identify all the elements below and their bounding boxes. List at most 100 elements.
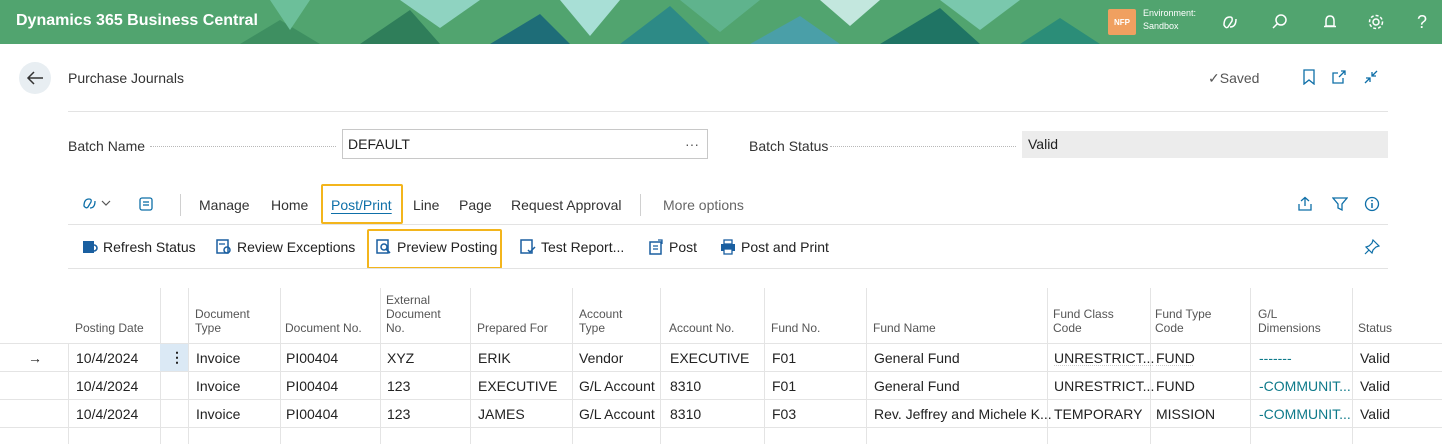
refresh-status-icon [82,239,98,255]
column-header-posting-date[interactable]: Posting Date [75,321,144,335]
cell-fund-type-code: MISSION [1156,406,1216,422]
column-header-prepared-for[interactable]: Prepared For [477,321,548,335]
table-row[interactable] [68,400,1442,427]
preview-posting-button[interactable]: Preview Posting [376,239,497,255]
cell-fund-type-code: FUND [1156,378,1195,394]
search-icon[interactable] [1268,10,1292,34]
column-header-fund-no[interactable]: Fund No. [771,321,820,335]
preview-posting-label: Preview Posting [397,239,498,255]
cell-prepared-for: JAMES [478,406,525,422]
cell-account-no: 8310 [670,406,702,422]
tab-request-approval[interactable]: Request Approval [511,197,622,213]
test-report-button[interactable]: Test Report... [520,239,624,255]
environment-badge[interactable]: NFP [1108,9,1136,35]
share-icon[interactable] [1297,196,1313,215]
tab-home[interactable]: Home [271,197,308,213]
cell-external-document-no: 123 [387,406,411,422]
cell-fund-no: F03 [772,406,797,422]
column-header-document-no[interactable]: Document No. [285,321,362,335]
gear-icon[interactable] [1364,10,1388,34]
post-button[interactable]: Post [648,239,697,255]
cell-account-no: 8310 [670,378,702,394]
tab-post-print[interactable]: Post/Print [331,197,392,213]
cell-account-type: Vendor [579,350,624,366]
cell-fund-no: F01 [772,378,797,394]
cell-fund-name: Rev. Jeffrey and Michele K... [874,406,1052,422]
page-title: Purchase Journals [68,70,184,86]
cell-gl-dimensions[interactable]: ------- [1259,350,1292,366]
column-header-document-type[interactable]: Document Type [195,307,250,335]
checkmark-icon: ✓ [1208,70,1220,86]
arrow-left-icon [26,71,43,85]
cell-fund-no: F01 [772,350,797,366]
help-icon[interactable]: ? [1410,10,1434,34]
action-bar-divider [68,224,1388,225]
environment-label: Environment: [1143,8,1197,18]
post-icon [648,239,664,255]
cell-account-type: G/L Account [579,378,655,394]
cell-document-no: PI00404 [286,406,339,422]
post-and-print-button[interactable]: Post and Print [720,239,829,255]
cell-fund-type-code[interactable]: FUND [1156,350,1195,366]
cell-gl-dimensions[interactable]: -COMMUNIT... [1259,378,1351,394]
cell-fund-class-code: TEMPORARY [1054,406,1143,422]
more-options-button[interactable]: More options [663,197,744,213]
show-details-icon[interactable] [138,196,154,215]
cell-account-no: EXECUTIVE [670,350,750,366]
tab-line[interactable]: Line [413,197,439,213]
column-header-fund-type-code[interactable]: Fund Type Code [1155,307,1211,335]
environment-info[interactable]: Environment: Sandbox [1143,7,1196,33]
tab-manage[interactable]: Manage [199,197,250,213]
refresh-status-label: Refresh Status [103,239,196,255]
cell-fund-class-code: UNRESTRICT... [1054,378,1155,394]
unpin-icon[interactable] [1364,239,1380,255]
cell-account-type: G/L Account [579,406,655,422]
saved-status: ✓Saved [1208,70,1259,87]
app-brand[interactable]: Dynamics 365 Business Central [16,12,258,30]
column-header-status[interactable]: Status [1358,321,1392,335]
cell-fund-name: General Fund [874,350,960,366]
column-header-fund-name[interactable]: Fund Name [873,321,936,335]
refresh-status-button[interactable]: Refresh Status [82,239,196,255]
test-report-label: Test Report... [541,239,625,255]
grid-row-divider [0,427,1442,428]
column-header-fund-class-code[interactable]: Fund Class Code [1053,307,1114,335]
filter-icon[interactable] [1331,196,1349,215]
copilot-icon[interactable] [1218,10,1242,34]
back-button[interactable] [19,62,51,94]
cell-external-document-no: XYZ [387,350,415,366]
table-row[interactable] [68,372,1442,399]
batch-name-label: Batch Name [68,138,146,154]
info-icon[interactable] [1364,196,1380,215]
cell-gl-dimensions[interactable]: -COMMUNIT... [1259,406,1351,422]
batch-name-field[interactable]: DEFAULT ··· [342,129,708,159]
bookmark-icon[interactable] [1298,66,1320,88]
open-new-window-icon[interactable] [1328,66,1350,88]
column-header-account-no[interactable]: Account No. [669,321,734,335]
column-header-external-document-no[interactable]: External Document No. [386,293,441,335]
review-exceptions-button[interactable]: Review Exceptions [216,239,355,255]
cell-document-no: PI00404 [286,350,339,366]
copilot-menu-button[interactable] [82,196,112,213]
action-separator [180,194,181,216]
bell-icon[interactable] [1318,10,1342,34]
collapse-icon[interactable] [1360,66,1382,88]
table-row[interactable] [68,344,1442,371]
cell-status: Valid [1360,378,1391,394]
cell-fund-class-code[interactable]: UNRESTRICT... [1054,350,1154,366]
tab-page[interactable]: Page [459,197,492,213]
cell-posting-date: 10/4/2024 [76,378,139,394]
cell-document-type: Invoice [196,378,241,394]
leader-dots [830,146,1016,147]
cell-posting-date: 10/4/2024 [76,350,139,366]
header-divider [68,111,1388,112]
cell-document-no: PI00404 [286,378,339,394]
environment-name: Sandbox [1143,21,1179,31]
batch-status-label: Batch Status [749,138,829,154]
lookup-ellipsis-button[interactable]: ··· [685,130,699,158]
column-header-gl-dimensions[interactable]: G/L Dimensions [1258,307,1321,335]
cell-document-type: Invoice [196,350,241,366]
review-exceptions-icon [216,239,232,255]
cell-prepared-for: EXECUTIVE [478,378,558,394]
column-header-account-type[interactable]: Account Type [579,307,622,335]
